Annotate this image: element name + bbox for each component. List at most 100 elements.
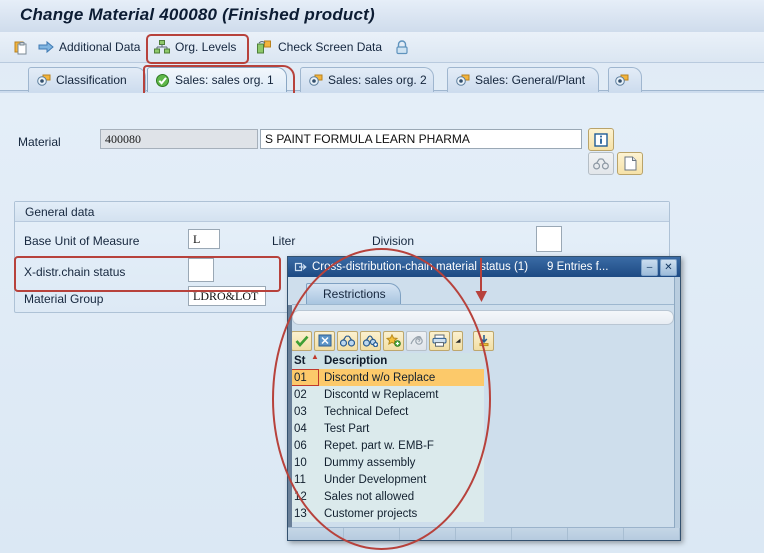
tab-icon	[309, 74, 323, 87]
material-binoculars-button[interactable]	[588, 152, 614, 175]
material-description-input[interactable]	[260, 129, 582, 149]
tab-sales-org-1-label: Sales: sales org. 1	[175, 73, 274, 87]
check-screen-data-button[interactable]: Check Screen Data	[253, 35, 386, 59]
dialog-title-text: Cross-distribution-chain material status…	[312, 261, 529, 273]
check-screen-icon	[257, 40, 273, 54]
check-screen-data-label: Check Screen Data	[278, 40, 383, 54]
column-header-description[interactable]: Description	[319, 355, 387, 367]
tab-sales-org-2-label: Sales: sales org. 2	[328, 73, 427, 87]
row-description: Repet. part w. EMB-F	[324, 439, 434, 452]
table-row[interactable]: 04 Test Part	[291, 420, 484, 437]
table-row[interactable]: 02 Discontd w Replacemt	[291, 386, 484, 403]
material-label: Material	[18, 135, 61, 149]
window-title-bar: Change Material 400080 (Finished product…	[0, 0, 764, 33]
row-description: Under Development	[324, 473, 427, 486]
dialog-status-bar	[288, 527, 680, 540]
tab-strip: Classification Sales: sales org. 1 Sales…	[0, 62, 764, 159]
base-unit-text: Liter	[272, 234, 296, 248]
download-icon[interactable]	[473, 330, 494, 351]
tab-sales-general-plant[interactable]: Sales: General/Plant	[447, 67, 599, 92]
row-description: Technical Defect	[324, 405, 409, 418]
column-header-st[interactable]: St ▲	[291, 352, 319, 367]
table-row[interactable]: 11 Under Development	[291, 471, 484, 488]
status-cell	[568, 528, 624, 540]
check-icon[interactable]	[291, 330, 312, 351]
row-st: 03	[294, 405, 307, 418]
status-cell	[512, 528, 568, 540]
table-row[interactable]: 10 Dummy assembly	[291, 454, 484, 471]
row-description: Test Part	[324, 422, 370, 435]
base-unit-label: Base Unit of Measure	[24, 234, 140, 248]
status-cell	[344, 528, 400, 540]
table-row[interactable]: 01 Discontd w/o Replace	[291, 369, 484, 386]
table-row[interactable]: 06 Repet. part w. EMB-F	[291, 437, 484, 454]
column-header-st-label: St	[294, 355, 306, 367]
status-cell	[624, 528, 680, 540]
division-input[interactable]	[536, 226, 562, 252]
tab-icon	[37, 74, 51, 87]
row-description: Sales not allowed	[324, 490, 415, 503]
personal-list-icon[interactable]	[406, 330, 427, 351]
print-dropdown-icon[interactable]	[452, 330, 463, 351]
dialog-tab-restrictions[interactable]: Restrictions	[306, 283, 401, 304]
sap-application-window: Change Material 400080 (Finished product…	[0, 0, 764, 553]
binoculars-icon	[593, 157, 609, 170]
status-cell	[456, 528, 512, 540]
tab-classification[interactable]: Classification	[28, 67, 146, 92]
find-icon[interactable]	[337, 330, 358, 351]
dialog-title-bar: Cross-distribution-chain material status…	[288, 257, 680, 277]
row-st: 06	[294, 439, 307, 452]
org-levels-label: Org. Levels	[175, 40, 237, 54]
print-icon[interactable]	[429, 330, 450, 351]
dialog-minimize-button[interactable]: –	[641, 259, 658, 276]
dialog-right-rail	[674, 277, 680, 528]
row-st: 13	[294, 507, 307, 520]
base-unit-input[interactable]	[188, 229, 220, 249]
org-levels-icon	[154, 40, 170, 54]
row-st: 04	[294, 422, 307, 435]
row-st: 12	[294, 490, 307, 503]
dialog-toolbar	[291, 329, 676, 352]
tab-sales-sales-org-2[interactable]: Sales: sales org. 2	[300, 67, 434, 92]
lock-button[interactable]	[390, 35, 419, 59]
dialog-table-header: St ▲ Description	[291, 352, 484, 369]
find-next-icon[interactable]	[360, 330, 381, 351]
status-cell	[400, 528, 456, 540]
table-row[interactable]: 12 Sales not allowed	[291, 488, 484, 505]
row-st: 01	[291, 369, 319, 386]
row-description: Dummy assembly	[324, 456, 416, 469]
material-info-button[interactable]	[588, 128, 614, 151]
dialog-left-rail	[288, 305, 292, 528]
row-description: Discontd w Replacemt	[324, 388, 439, 401]
add-favorite-icon[interactable]	[383, 330, 404, 351]
material-document-button[interactable]	[617, 152, 643, 175]
information-icon	[594, 132, 608, 147]
general-data-header: General data	[15, 202, 669, 222]
lock-icon	[394, 39, 410, 55]
additional-data-button[interactable]: Additional Data	[34, 35, 144, 59]
row-st: 11	[294, 473, 306, 486]
document-icon	[624, 156, 637, 171]
tab-icon	[615, 74, 629, 87]
row-description: Customer projects	[324, 507, 418, 520]
row-st: 02	[294, 388, 307, 401]
function-toolbar: Additional Data Org. Levels Check Screen…	[0, 32, 764, 64]
arrow-right-icon	[38, 40, 54, 54]
sort-ascending-icon: ▲	[311, 352, 319, 361]
xdistr-chain-status-input[interactable]	[188, 258, 214, 282]
material-group-input[interactable]	[188, 286, 266, 306]
table-row[interactable]: 03 Technical Defect	[291, 403, 484, 420]
green-check-icon	[156, 73, 170, 87]
org-levels-button[interactable]: Org. Levels	[150, 35, 240, 59]
tab-overflow[interactable]	[608, 67, 642, 92]
material-group-label: Material Group	[24, 292, 104, 306]
page-title: Change Material 400080 (Finished product…	[20, 5, 375, 24]
tab-sales-sales-org-1[interactable]: Sales: sales org. 1	[147, 67, 287, 92]
dialog-filter-field[interactable]	[292, 310, 674, 325]
cancel-icon[interactable]	[314, 330, 335, 351]
material-number-input[interactable]	[100, 129, 258, 149]
dialog-subtitle-text: 9 Entries f...	[547, 261, 609, 273]
dialog-close-button[interactable]: ✕	[660, 259, 677, 276]
table-row[interactable]: 13 Customer projects	[291, 505, 484, 522]
tab-sales-general-plant-label: Sales: General/Plant	[475, 73, 586, 87]
